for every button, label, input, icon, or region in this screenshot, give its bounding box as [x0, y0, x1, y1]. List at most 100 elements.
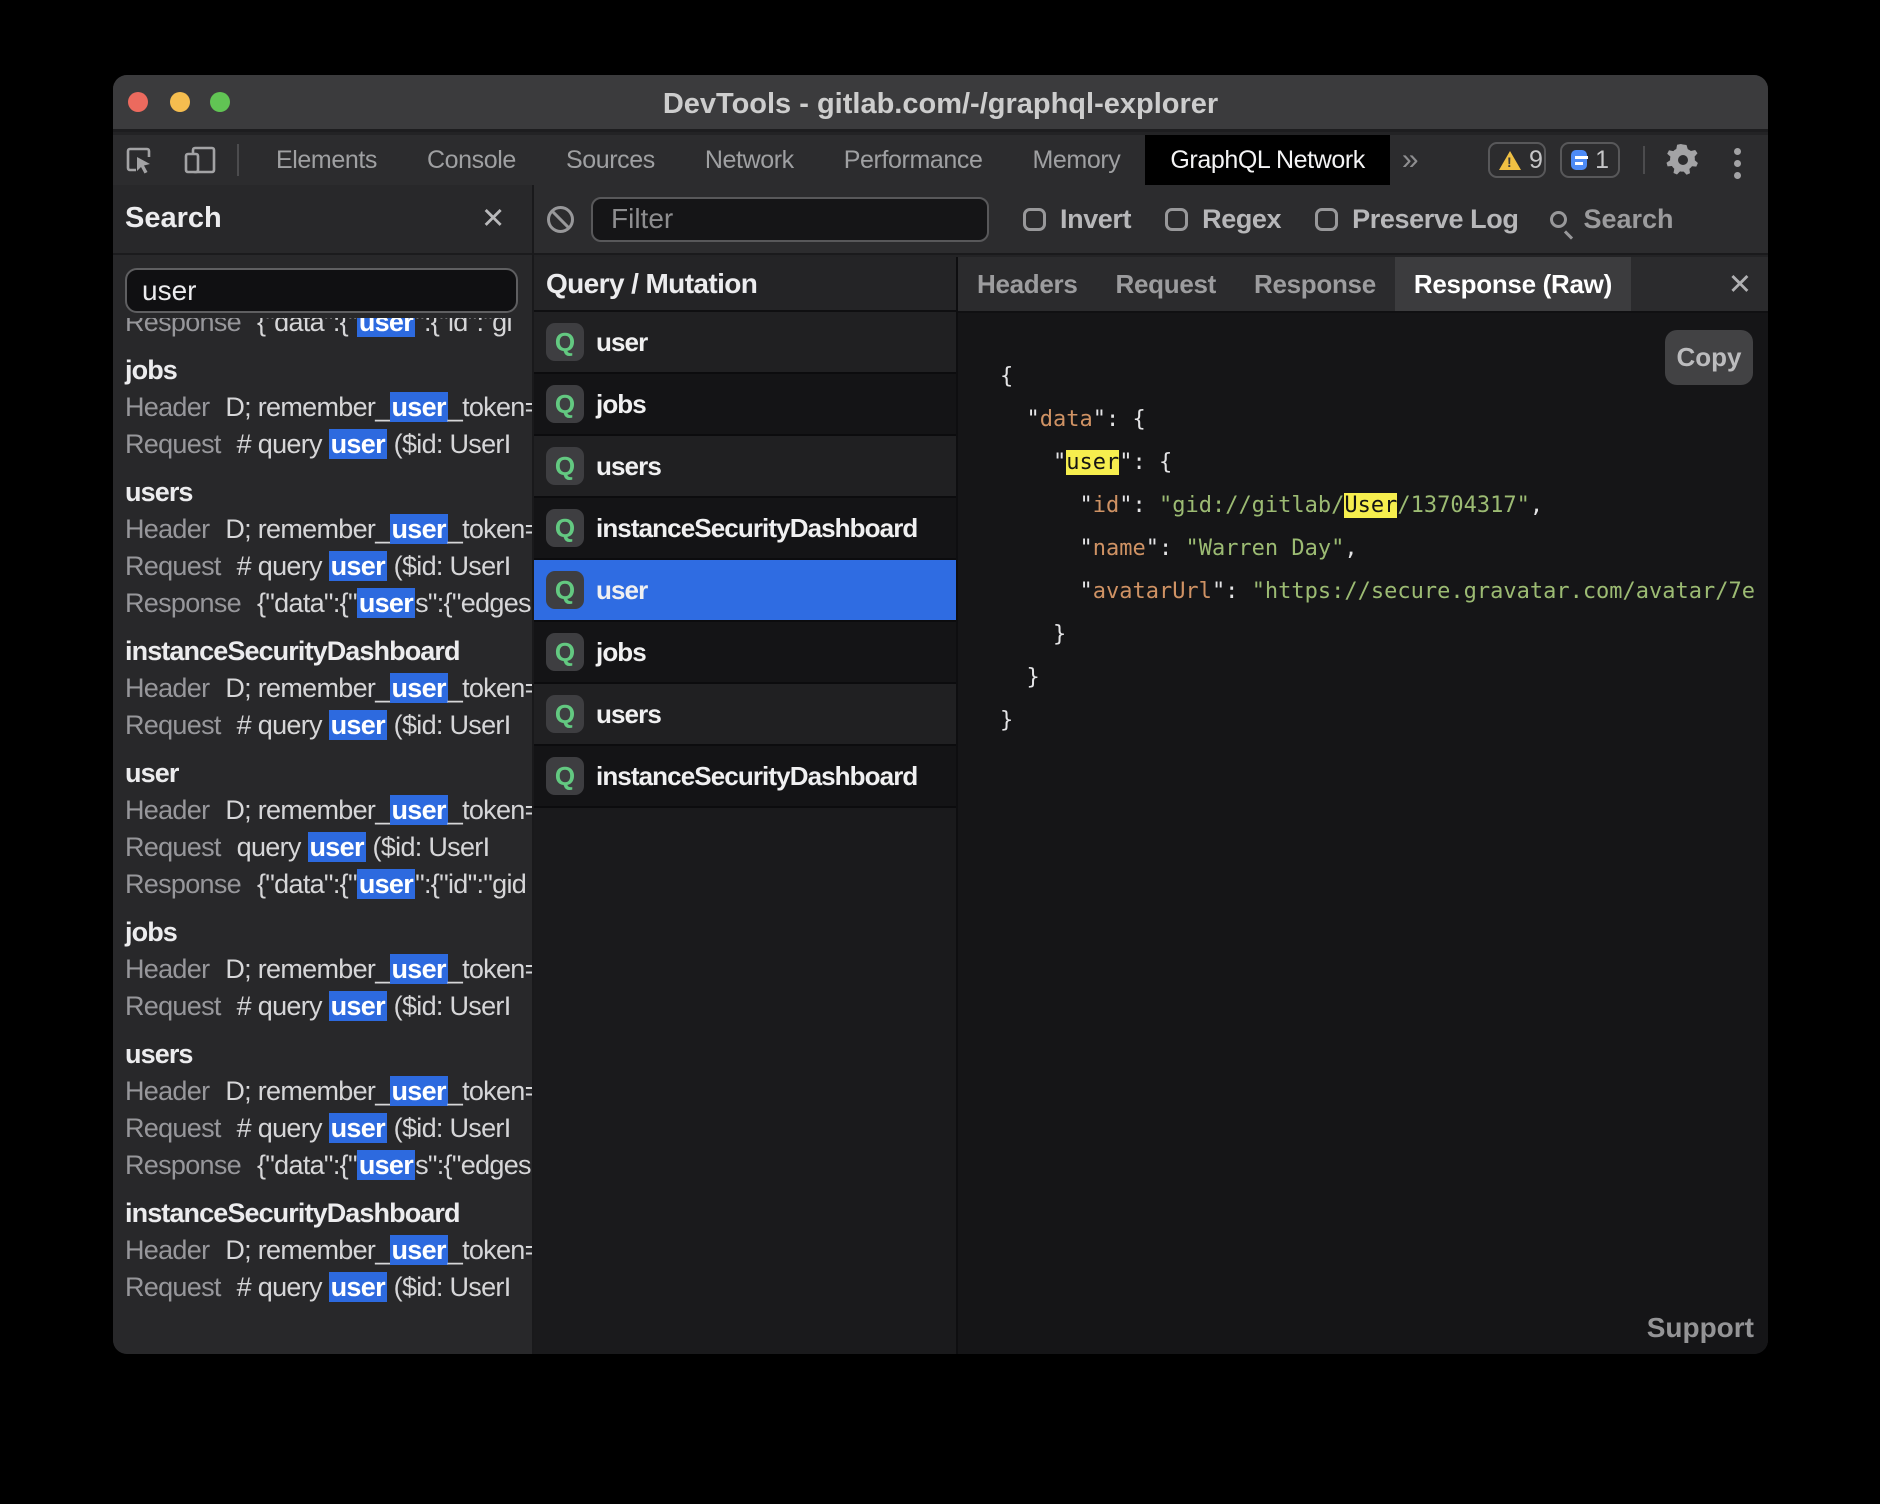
tab-sources[interactable]: Sources [541, 135, 680, 185]
result-line-label: Response [125, 588, 241, 618]
warning-icon [1499, 151, 1521, 170]
query-item-label: jobs [596, 389, 646, 420]
result-line-label: Header [125, 1235, 209, 1265]
result-line-value: # query user ($id: UserI [237, 991, 511, 1021]
result-line-label: Request [125, 551, 221, 581]
checkbox-box[interactable] [1165, 208, 1188, 231]
query-badge-icon: Q [546, 385, 584, 423]
result-line[interactable]: HeaderD; remember_user_token=ey [125, 951, 532, 988]
result-line-label: Request [125, 710, 221, 740]
filter-bar: Invert Regex Preserve Log Search [534, 185, 1768, 255]
result-line-value: # query user ($id: UserI [237, 1113, 511, 1143]
devtools-window: DevTools - gitlab.com/-/graphql-explorer… [113, 75, 1768, 1354]
result-group-title: instanceSecurityDashboard [125, 1194, 532, 1232]
checkbox-label: Preserve Log [1352, 204, 1518, 235]
query-badge-icon: Q [546, 633, 584, 671]
result-line[interactable]: Requestquery user ($id: UserI [125, 829, 532, 866]
checkbox-invert[interactable]: Invert [1023, 204, 1131, 235]
result-line-value: # query user ($id: UserI [237, 429, 511, 459]
checkbox-preserve-log[interactable]: Preserve Log [1315, 204, 1518, 235]
query-badge-icon: Q [546, 695, 584, 733]
tab-performance[interactable]: Performance [819, 135, 1008, 185]
result-line[interactable]: Response{"data":{"users":{"edges [125, 1147, 532, 1184]
query-item-jobs[interactable]: Qjobs [534, 374, 956, 436]
search-panel-header: Search ✕ [113, 185, 532, 255]
result-line[interactable]: Request# query user ($id: UserI [125, 988, 532, 1025]
query-mutation-panel: Query / Mutation QuserQjobsQusersQinstan… [534, 257, 956, 1354]
result-line[interactable]: HeaderD; remember_user_token=ey [125, 389, 532, 426]
tab-console[interactable]: Console [402, 135, 541, 185]
search-panel-title: Search [125, 202, 222, 235]
more-tabs-icon[interactable]: » [1390, 135, 1419, 185]
more-options-icon[interactable] [1734, 143, 1741, 184]
filter-search-label: Search [1583, 204, 1673, 235]
inspect-element-icon[interactable] [124, 145, 154, 175]
query-item-users[interactable]: Qusers [534, 436, 956, 498]
result-line[interactable]: HeaderD; remember_user_token=ey [125, 792, 532, 829]
message-count: 1 [1595, 146, 1609, 175]
query-item-jobs[interactable]: Qjobs [534, 622, 956, 684]
response-tab-response-raw-[interactable]: Response (Raw) [1395, 257, 1631, 311]
result-line[interactable]: HeaderD; remember_user_token=ey [125, 670, 532, 707]
result-line[interactable]: Request# query user ($id: UserI [125, 1110, 532, 1147]
query-item-user[interactable]: Quser [534, 312, 956, 374]
tab-network[interactable]: Network [680, 135, 819, 185]
result-group-title: instanceSecurityDashboard [125, 632, 532, 670]
query-item-instanceSecurityDashboard[interactable]: QinstanceSecurityDashboard [534, 746, 956, 808]
filter-search[interactable]: Search [1550, 204, 1673, 235]
result-line-label: Header [125, 514, 209, 544]
result-line-label: Header [125, 954, 209, 984]
result-line-value: D; remember_user_token=ey [225, 1076, 532, 1106]
result-line-label: Response [125, 318, 241, 337]
result-line-value: query user ($id: UserI [237, 832, 490, 862]
query-item-instanceSecurityDashboard[interactable]: QinstanceSecurityDashboard [534, 498, 956, 560]
query-item-label: instanceSecurityDashboard [596, 761, 917, 792]
checkbox-label: Invert [1060, 204, 1131, 235]
result-line-label: Response [125, 869, 241, 899]
result-group: userHeaderD; remember_user_token=eyReque… [125, 754, 532, 903]
result-group-title: users [125, 1035, 532, 1073]
device-toolbar-icon[interactable] [183, 145, 217, 175]
query-item-user[interactable]: Quser [534, 560, 956, 622]
search-panel-close-icon[interactable]: ✕ [481, 201, 505, 236]
tab-elements[interactable]: Elements [251, 135, 402, 185]
filter-checkboxes: Invert Regex Preserve Log [989, 204, 1518, 235]
query-badge-icon: Q [546, 509, 584, 547]
query-item-label: user [596, 575, 647, 606]
query-mutation-header: Query / Mutation [534, 257, 956, 312]
result-group: usersHeaderD; remember_user_token=eyRequ… [125, 1035, 532, 1184]
messages-badge[interactable]: 1 [1560, 142, 1620, 178]
checkbox-regex[interactable]: Regex [1165, 204, 1281, 235]
result-line[interactable]: Request# query user ($id: UserI [125, 1269, 532, 1306]
query-item-label: jobs [596, 637, 646, 668]
response-close-icon[interactable]: ✕ [1728, 257, 1752, 311]
response-tab-request[interactable]: Request [1097, 257, 1235, 311]
result-line[interactable]: HeaderD; remember_user_token=ey [125, 1232, 532, 1269]
result-line-value: D; remember_user_token=ey [225, 514, 532, 544]
query-item-users[interactable]: Qusers [534, 684, 956, 746]
tab-memory[interactable]: Memory [1007, 135, 1145, 185]
filter-input[interactable] [591, 197, 989, 242]
result-line[interactable]: Response{"data":{"user":{"id":"gid [125, 866, 532, 903]
result-group-title: jobs [125, 913, 532, 951]
checkbox-box[interactable] [1023, 208, 1046, 231]
result-line[interactable]: HeaderD; remember_user_token=ey [125, 1073, 532, 1110]
query-item-label: instanceSecurityDashboard [596, 513, 917, 544]
result-line[interactable]: Response{"data":{"user":{"id":"gi [125, 318, 532, 341]
search-panel: Search ✕ Response{"data":{"user":{"id":"… [113, 185, 532, 1354]
checkbox-box[interactable] [1315, 208, 1338, 231]
clear-icon[interactable] [547, 206, 574, 233]
result-line[interactable]: Response{"data":{"users":{"edges [125, 585, 532, 622]
response-tabs: HeadersRequestResponseResponse (Raw) ✕ [958, 257, 1768, 313]
settings-gear-icon[interactable] [1666, 143, 1700, 177]
result-line[interactable]: Request# query user ($id: UserI [125, 707, 532, 744]
result-line[interactable]: Header D; remember_user_token=ey [125, 511, 532, 548]
result-line[interactable]: Request# query user ($id: UserI [125, 548, 532, 585]
tab-graphql-network[interactable]: GraphQL Network [1145, 135, 1390, 185]
response-tab-response[interactable]: Response [1235, 257, 1395, 311]
warnings-badge[interactable]: 9 [1488, 142, 1546, 178]
result-line[interactable]: Request# query user ($id: UserI [125, 426, 532, 463]
search-input[interactable] [125, 268, 518, 313]
support-link[interactable]: Support [1647, 1312, 1754, 1344]
response-tab-headers[interactable]: Headers [958, 257, 1097, 311]
